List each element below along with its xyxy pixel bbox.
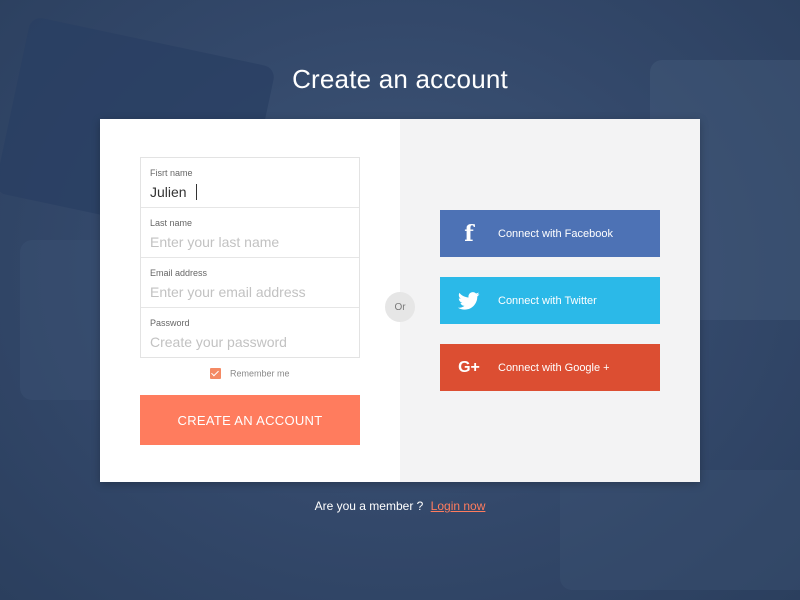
last-name-field-group: Last name — [141, 208, 359, 258]
twitter-connect-label: Connect with Twitter — [498, 294, 597, 307]
remember-me-checkbox[interactable] — [210, 368, 222, 380]
password-input[interactable] — [150, 332, 350, 352]
google-connect-label: Connect with Google + — [498, 361, 610, 374]
facebook-connect-label: Connect with Facebook — [498, 227, 613, 240]
twitter-icon — [440, 291, 498, 310]
twitter-connect-button[interactable]: Connect with Twitter — [440, 277, 660, 324]
login-prompt: Are you a member ? Login now — [0, 499, 800, 513]
remember-me-label[interactable]: Remember me — [230, 369, 290, 379]
last-name-label: Last name — [150, 218, 193, 228]
remember-me-row: Remember me — [100, 368, 400, 380]
first-name-label: Fisrt name — [150, 168, 193, 178]
facebook-connect-button[interactable]: f Connect with Facebook — [440, 210, 660, 257]
password-field-group: Password — [141, 308, 359, 357]
email-field-group: Email address — [141, 258, 359, 308]
first-name-field-group: Fisrt name — [141, 158, 359, 208]
background-shape — [560, 470, 800, 590]
login-now-link[interactable]: Login now — [431, 499, 486, 513]
first-name-input[interactable] — [150, 182, 350, 202]
email-label: Email address — [150, 268, 208, 278]
text-cursor — [196, 184, 197, 200]
create-account-button[interactable]: CREATE AN ACCOUNT — [140, 395, 360, 445]
signup-form-panel: Fisrt name Last name Email address Passw… — [100, 119, 400, 482]
signup-card: Fisrt name Last name Email address Passw… — [100, 119, 700, 482]
or-divider-badge: Or — [385, 292, 415, 322]
last-name-input[interactable] — [150, 232, 350, 252]
facebook-icon: f — [464, 220, 474, 247]
member-question: Are you a member ? — [314, 499, 424, 513]
password-label: Password — [150, 318, 190, 328]
email-input[interactable] — [150, 282, 350, 302]
google-plus-icon: G+ — [458, 358, 480, 376]
google-connect-button[interactable]: G+ Connect with Google + — [440, 344, 660, 391]
page-title: Create an account — [292, 64, 508, 94]
signup-fields: Fisrt name Last name Email address Passw… — [140, 157, 360, 358]
